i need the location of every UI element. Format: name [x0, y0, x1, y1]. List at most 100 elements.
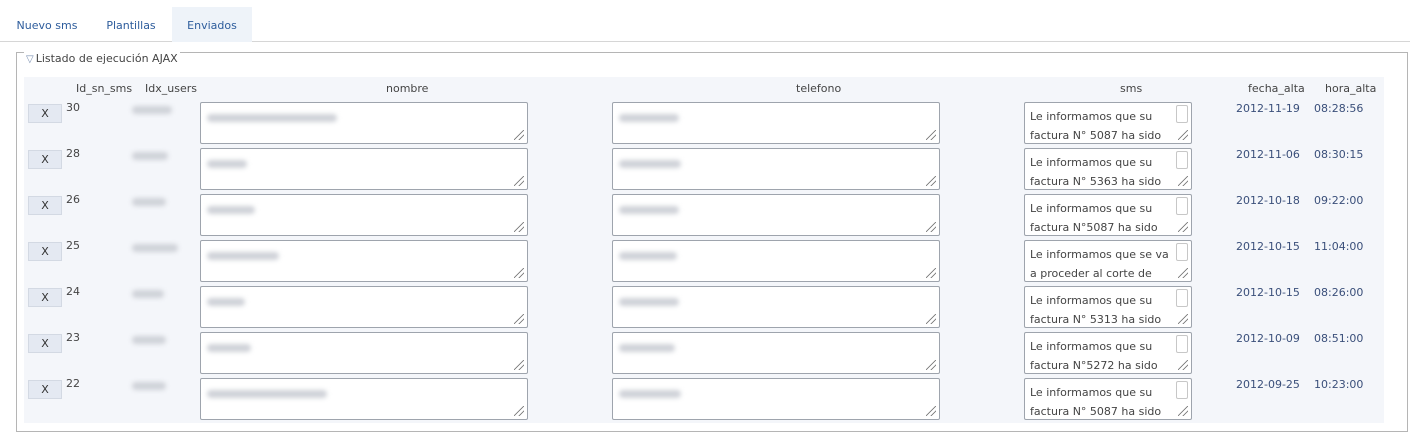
sms-line: Le informamos que su	[1030, 294, 1153, 307]
telefono-textarea[interactable]	[612, 148, 940, 190]
telefono-textarea[interactable]	[612, 378, 940, 420]
scrollbar[interactable]	[1176, 243, 1188, 261]
nombre-textarea[interactable]	[200, 332, 528, 374]
fecha-alta: 2012-09-25	[1236, 378, 1300, 391]
fecha-alta: 2012-10-18	[1236, 194, 1300, 207]
redacted-phone	[619, 114, 679, 122]
nombre-textarea[interactable]	[200, 102, 528, 144]
resize-grip-icon[interactable]	[514, 314, 524, 324]
sms-line: Le informamos que su	[1030, 386, 1153, 399]
redacted-user-id	[132, 244, 178, 252]
resize-grip-icon[interactable]	[1178, 176, 1188, 186]
nombre-textarea[interactable]	[200, 194, 528, 236]
redacted-name	[207, 206, 255, 214]
redacted-user-id	[132, 336, 166, 344]
hora-alta: 08:51:00	[1314, 332, 1364, 345]
redacted-name	[207, 344, 251, 352]
sms-text: Le informamos que su factura N° 5363 ha s…	[1030, 153, 1170, 189]
redacted-name	[207, 160, 247, 168]
column-header-nombre: nombre	[386, 82, 429, 95]
delete-button[interactable]: X	[28, 242, 62, 261]
nombre-textarea[interactable]	[200, 286, 528, 328]
nombre-textarea[interactable]	[200, 378, 528, 420]
resize-grip-icon[interactable]	[1178, 360, 1188, 370]
redacted-name	[207, 390, 327, 398]
redacted-phone	[619, 344, 675, 352]
hora-alta: 08:30:15	[1314, 148, 1364, 161]
sms-line: factura N° 5313 ha sido	[1030, 313, 1162, 326]
section-legend[interactable]: ▽ Listado de ejecución AJAX	[24, 52, 180, 67]
nombre-textarea[interactable]	[200, 240, 528, 282]
redacted-user-id	[132, 198, 166, 206]
column-header-fecha: fecha_alta	[1248, 82, 1305, 95]
sms-textarea[interactable]: Le informamos que su factura N° 5087 ha s…	[1024, 378, 1192, 420]
resize-grip-icon[interactable]	[1178, 406, 1188, 416]
resize-grip-icon[interactable]	[514, 176, 524, 186]
sms-text: Le informamos que su factura N° 5313 ha s…	[1030, 291, 1170, 327]
nombre-textarea[interactable]	[200, 148, 528, 190]
resize-grip-icon[interactable]	[514, 360, 524, 370]
resize-grip-icon[interactable]	[1178, 222, 1188, 232]
row-id: 23	[66, 331, 80, 344]
sms-textarea[interactable]: Le informamos que su factura N° 5363 ha s…	[1024, 148, 1192, 190]
sms-textarea[interactable]: Le informamos que se va a proceder al cor…	[1024, 240, 1192, 282]
tab-plantillas[interactable]: Plantillas	[98, 7, 164, 42]
table-row: X 28 Le informamos que su factura N° 5363 h…	[0, 146, 1410, 192]
telefono-textarea[interactable]	[612, 332, 940, 374]
sms-line: a proceder al corte de	[1030, 267, 1152, 280]
tab-nuevo-sms[interactable]: Nuevo sms	[8, 7, 86, 42]
delete-button[interactable]: X	[28, 380, 62, 399]
resize-grip-icon[interactable]	[926, 314, 936, 324]
delete-button[interactable]: X	[28, 196, 62, 215]
resize-grip-icon[interactable]	[514, 222, 524, 232]
sms-line: factura N°5272 ha sido	[1030, 359, 1158, 372]
sms-textarea[interactable]: Le informamos que su factura N° 5087 ha s…	[1024, 102, 1192, 144]
resize-grip-icon[interactable]	[1178, 268, 1188, 278]
resize-grip-icon[interactable]	[926, 406, 936, 416]
telefono-textarea[interactable]	[612, 102, 940, 144]
resize-grip-icon[interactable]	[1178, 314, 1188, 324]
delete-button[interactable]: X	[28, 104, 62, 123]
sms-line: Le informamos que su	[1030, 202, 1153, 215]
row-id: 25	[66, 239, 80, 252]
scrollbar[interactable]	[1176, 105, 1188, 123]
scrollbar[interactable]	[1176, 381, 1188, 399]
resize-grip-icon[interactable]	[926, 360, 936, 370]
tab-bar: Nuevo sms Plantillas Enviados	[0, 0, 1410, 42]
redacted-phone	[619, 298, 679, 306]
tab-enviados[interactable]: Enviados	[172, 7, 252, 42]
resize-grip-icon[interactable]	[926, 176, 936, 186]
delete-button[interactable]: X	[28, 150, 62, 169]
sms-line: Le informamos que su	[1030, 110, 1153, 123]
sms-text: Le informamos que su factura N° 5087 ha s…	[1030, 383, 1170, 419]
collapse-triangle-icon[interactable]: ▽	[26, 54, 34, 65]
sms-textarea[interactable]: Le informamos que su factura N° 5313 ha s…	[1024, 286, 1192, 328]
delete-button[interactable]: X	[28, 288, 62, 307]
table-row: X 26 Le informamos que su factura N°5087 ha…	[0, 192, 1410, 238]
delete-button[interactable]: X	[28, 334, 62, 353]
scrollbar[interactable]	[1176, 197, 1188, 215]
telefono-textarea[interactable]	[612, 240, 940, 282]
table-row: X 23 Le informamos que su factura N°5272 ha…	[0, 330, 1410, 376]
row-id: 22	[66, 377, 80, 390]
resize-grip-icon[interactable]	[926, 222, 936, 232]
resize-grip-icon[interactable]	[1178, 130, 1188, 140]
row-id: 26	[66, 193, 80, 206]
column-header-sms: sms	[1120, 82, 1143, 95]
sms-textarea[interactable]: Le informamos que su factura N°5087 ha si…	[1024, 194, 1192, 236]
scrollbar[interactable]	[1176, 289, 1188, 307]
scrollbar[interactable]	[1176, 151, 1188, 169]
resize-grip-icon[interactable]	[926, 268, 936, 278]
sms-textarea[interactable]: Le informamos que su factura N°5272 ha si…	[1024, 332, 1192, 374]
telefono-textarea[interactable]	[612, 194, 940, 236]
scrollbar[interactable]	[1176, 335, 1188, 353]
row-id: 30	[66, 101, 80, 114]
resize-grip-icon[interactable]	[514, 406, 524, 416]
resize-grip-icon[interactable]	[514, 268, 524, 278]
resize-grip-icon[interactable]	[514, 130, 524, 140]
resize-grip-icon[interactable]	[926, 130, 936, 140]
telefono-textarea[interactable]	[612, 286, 940, 328]
sms-text: Le informamos que se va a proceder al cor…	[1030, 245, 1170, 281]
sms-text: Le informamos que su factura N°5272 ha si…	[1030, 337, 1170, 373]
sms-line: factura N°5087 ha sido	[1030, 221, 1158, 234]
